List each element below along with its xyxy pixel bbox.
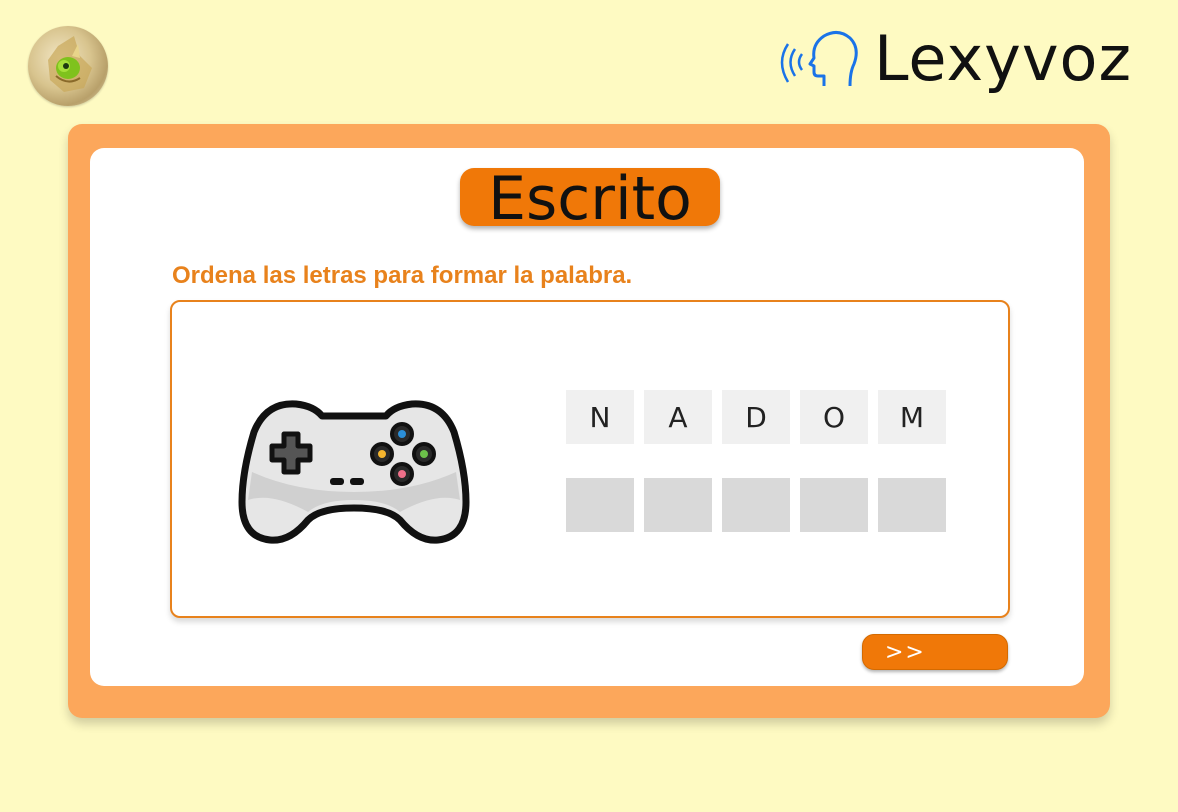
brand-name: Lexyvoz	[873, 22, 1132, 95]
chameleon-avatar-icon	[48, 36, 92, 92]
title-badge: Escrito	[460, 164, 720, 234]
brand-logo[interactable]: Lexyvoz	[780, 24, 1132, 94]
exercise-area: N A D O M	[170, 300, 1010, 618]
exercise-card-frame: Escrito Ordena las letras para formar la…	[68, 124, 1110, 718]
gamepad-icon	[238, 400, 470, 544]
answer-slot[interactable]	[878, 478, 946, 532]
letter-tile[interactable]: N	[566, 390, 634, 444]
letter-tile[interactable]: A	[644, 390, 712, 444]
answer-slot[interactable]	[722, 478, 790, 532]
page-title: Escrito	[488, 164, 692, 234]
letter-tile[interactable]: D	[722, 390, 790, 444]
scrambled-letters: N A D O M	[566, 390, 946, 444]
user-avatar[interactable]	[28, 26, 108, 106]
answer-slot[interactable]	[644, 478, 712, 532]
next-button[interactable]: >>	[862, 634, 1008, 670]
answer-slot[interactable]	[566, 478, 634, 532]
speaking-head-icon	[780, 31, 858, 87]
exercise-card: Escrito Ordena las letras para formar la…	[90, 148, 1084, 686]
letter-tile[interactable]: M	[878, 390, 946, 444]
letter-tile[interactable]: O	[800, 390, 868, 444]
answer-slots	[566, 478, 946, 532]
answer-slot[interactable]	[800, 478, 868, 532]
instruction-text: Ordena las letras para formar la palabra…	[172, 262, 633, 289]
letter-tiles-area: N A D O M	[566, 390, 946, 532]
